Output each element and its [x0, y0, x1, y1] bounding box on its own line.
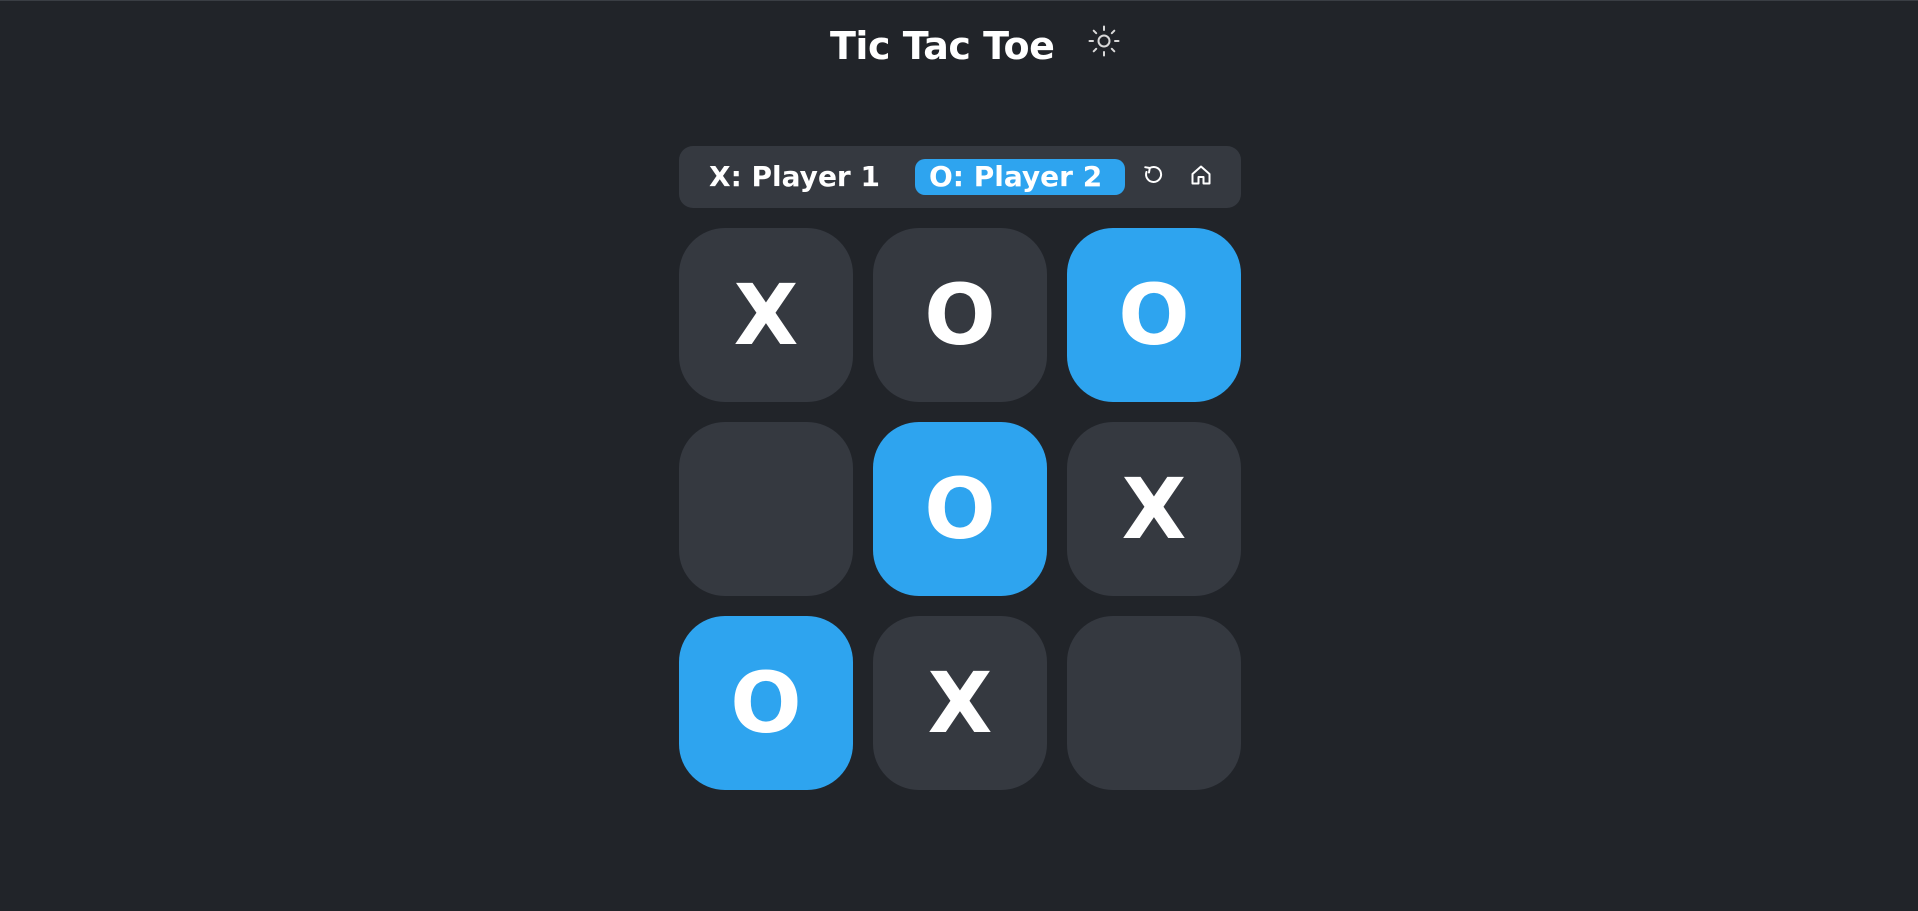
board-cell[interactable]: O [679, 616, 853, 790]
restart-icon [1141, 163, 1165, 191]
board-cell[interactable]: X [679, 228, 853, 402]
header: Tic Tac Toe [0, 19, 1918, 73]
board-cell[interactable] [679, 422, 853, 596]
status-bar: X: Player 1 O: Player 2 [679, 146, 1241, 208]
player-x-indicator: X: Player 1 [709, 160, 880, 193]
board-cell[interactable]: O [1067, 228, 1241, 402]
home-icon [1189, 163, 1213, 191]
board-cell[interactable]: X [1067, 422, 1241, 596]
board-cell[interactable] [1067, 616, 1241, 790]
restart-button[interactable] [1135, 159, 1171, 195]
board-cell[interactable]: O [873, 422, 1047, 596]
theme-toggle-button[interactable] [1086, 25, 1122, 61]
page-title: Tic Tac Toe [830, 24, 1055, 68]
player-o-indicator-active: O: Player 2 [915, 159, 1125, 195]
sun-icon [1087, 24, 1121, 62]
game-board: X O O O X O X [679, 228, 1241, 790]
home-button[interactable] [1183, 159, 1219, 195]
board-cell[interactable]: X [873, 616, 1047, 790]
board-cell[interactable]: O [873, 228, 1047, 402]
game-container: X: Player 1 O: Player 2 X O O O X O X [679, 146, 1241, 790]
